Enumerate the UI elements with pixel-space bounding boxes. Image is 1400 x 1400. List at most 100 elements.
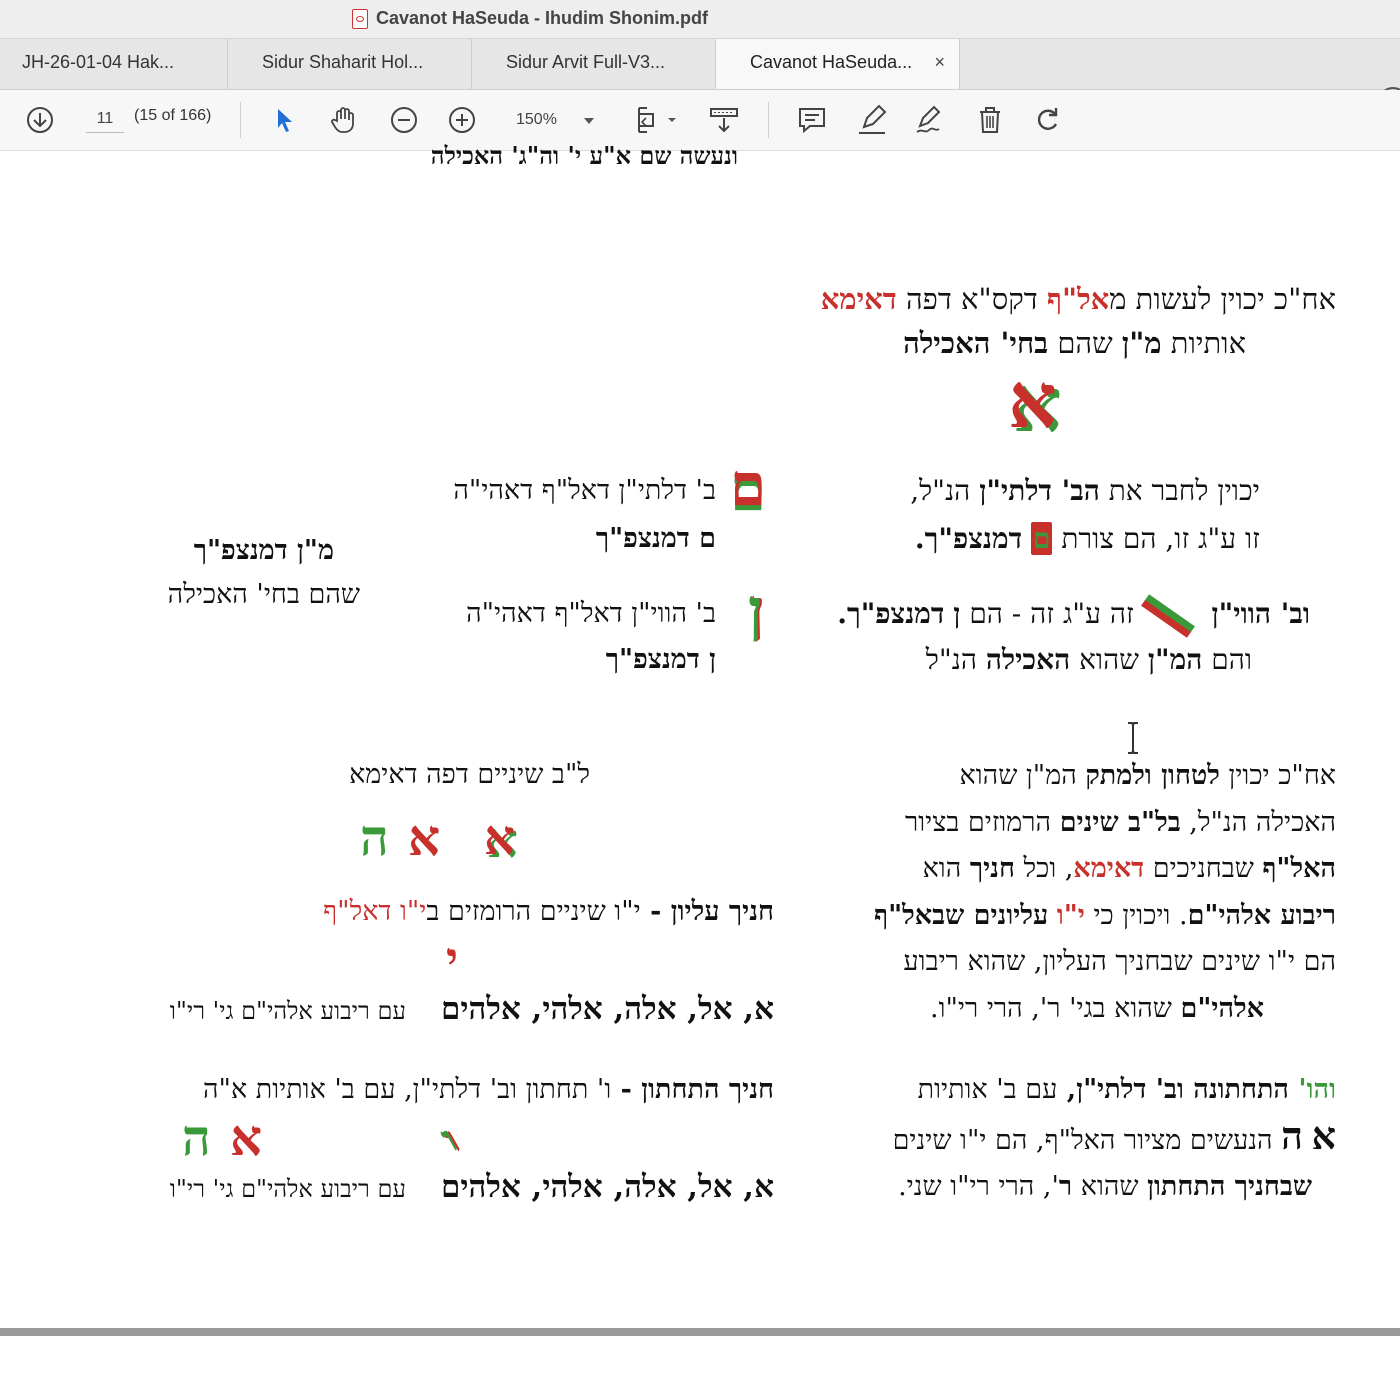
page-bottom-border [0, 1328, 1400, 1336]
mem-sofit-colored-glyph: ם [730, 451, 767, 519]
lower-jaw-line: חניך התחתון - ו' תחתון וב' דלתי"ן, עם ב'… [203, 1069, 774, 1111]
line: ב' דלתי"ן דאל"ף דאהי"ה [453, 475, 716, 506]
bold-text: שבחניך התחתון [1147, 1171, 1312, 1202]
ribua-note-upper: עם ריבוע אלהי"ם גי' רי"ו [169, 997, 406, 1025]
bold-text: דמנצפ"ך. [837, 597, 945, 630]
line: אלהי"ם שהוא בגי' ר', הרי רי"ו. [804, 986, 1336, 1033]
bold-text: חניך עליון - [640, 896, 774, 927]
window-title: Cavanot HaSeuda - Ihudim Shonim.pdf [376, 8, 709, 28]
line: האל"ף שבחניכים דאימא, וכל חניך הוא [804, 846, 1336, 893]
bold-text: ריבוע אלהי"ם [1187, 899, 1336, 931]
close-tab-icon[interactable]: × [934, 52, 945, 73]
ribua-note-lower: עם ריבוע אלהי"ם גי' רי"ו [169, 1175, 406, 1203]
text [944, 597, 953, 630]
toolbar-divider [768, 102, 769, 138]
intro-line-1: אח"כ יכוין לעשות מאל"ף דקס"א דפה דאימא [821, 277, 1336, 321]
bold-text: התחתונה וב' דלתי"ן, [1057, 1074, 1299, 1105]
tab-bar: JH-26-01-04 Hak... Sidur Shaharit Hol...… [0, 39, 1400, 117]
teeth-paragraph: אח"כ יכוין לטחון ולמתק המ"ן שהוא האכילה … [804, 753, 1336, 1032]
red-alef-glyph: א [230, 1108, 263, 1167]
tab-sidur-shaharit[interactable]: Sidur Shaharit Hol... [228, 39, 472, 89]
green-he-glyph: ה [182, 1108, 211, 1167]
zoom-in-icon[interactable] [444, 102, 480, 138]
text: הנ"ל, [910, 474, 980, 507]
bold-text: האכילה [985, 643, 1071, 676]
colored-vav-glyph: ו [432, 1115, 466, 1162]
bold-text: וב' הווי"ן [1201, 597, 1311, 630]
text: שהם [1048, 326, 1122, 360]
line: והם המ"ן שהוא האכילה הנ"ל [837, 637, 1310, 683]
top-cut-line: ונעשה שם א"ע י' וה"ג' האכילה [430, 141, 738, 170]
text [1048, 900, 1057, 931]
bold-text: לטחון ולמתק [1085, 760, 1220, 791]
elohim-letters-lower: א, אל, אלה, אלהי, אלהים [441, 1169, 774, 1205]
zoom-out-icon[interactable] [386, 102, 422, 138]
line: אח"כ יכוין לטחון ולמתק המ"ן שהוא [804, 753, 1336, 800]
red-alef-glyph: א [408, 808, 441, 867]
bold-text: חניך [969, 853, 1015, 884]
green-he-glyph: ה [360, 808, 389, 867]
red-text: דאימא [1073, 853, 1145, 884]
text: ו' תחתון וב' דלתי"ן, עם ב' אותיות א"ה [203, 1074, 612, 1105]
rotate-icon[interactable] [1030, 102, 1066, 138]
teeth-title: ל"ב שיניים דפה דאימא [349, 759, 590, 790]
zoom-value: 150% [516, 111, 557, 128]
line: ריבוע אלהי"ם. ויכוין כי י"ו עליונים שבאל… [804, 893, 1336, 940]
bold-text: מ"ן [1121, 326, 1162, 360]
text: , וכל [1014, 853, 1074, 884]
text: הנ"ל [925, 643, 986, 676]
download-icon[interactable] [22, 102, 58, 138]
text-cursor-icon [1126, 721, 1140, 755]
text: אח"כ יכוין לעשות מ [1109, 282, 1336, 316]
tab-jh-26-01-04[interactable]: JH-26-01-04 Hak... [0, 39, 228, 89]
select-arrow-icon[interactable] [266, 102, 302, 138]
text: האכילה הנ"ל, [1180, 806, 1336, 838]
bold-text: בל"ב שינים [1059, 806, 1181, 838]
text: זה ע"ג זה - הם [960, 597, 1134, 630]
tab-cavanot-haseuda[interactable]: Cavanot HaSeuda... × [716, 39, 960, 89]
line: והו' התחתונה וב' דלתי"ן, עם ב' אותיות [804, 1067, 1336, 1113]
chevron-down-icon [584, 118, 594, 124]
line: וב' הווי"ן זה ע"ג זה - הם ן דמנצפ"ך. [837, 591, 1311, 638]
page-fit-icon[interactable] [632, 102, 680, 138]
bold-text: בחי' האכילה [903, 326, 1049, 360]
line: האכילה הנ"ל, בל"ב שינים הרמוזים בציור [804, 800, 1336, 847]
bold-text: דמנצפ"ך. [914, 522, 1023, 555]
tab-label: Cavanot HaSeuda... [750, 52, 913, 72]
delete-icon[interactable] [972, 102, 1008, 138]
bold-text: הב' דלתי"ן [979, 474, 1100, 507]
text: והם [1202, 643, 1252, 676]
page-number-input[interactable]: 11 [86, 106, 124, 133]
red-text: אל"ף [1046, 282, 1110, 316]
text: הוא [922, 853, 970, 884]
text: יכוין לחבר את [1099, 474, 1260, 507]
toolbar-divider [240, 102, 241, 138]
lower-teeth-paragraph: והו' התחתונה וב' דלתי"ן, עם ב' אותיות א … [804, 1067, 1336, 1210]
bold-text: האל"ף [1262, 853, 1336, 884]
highlight-icon[interactable] [854, 102, 890, 138]
line: מ"ן דמנצפ"ך [193, 535, 334, 566]
red-yud-glyph: י [446, 932, 459, 986]
green-red-stroke-icon [1140, 593, 1195, 638]
right-block-vavs: וב' הווי"ן זה ע"ג זה - הם ן דמנצפ"ך. והם… [837, 591, 1310, 683]
page-count-label: (15 of 166) [134, 107, 212, 124]
red-text: דאימא [820, 282, 897, 316]
sign-icon[interactable] [912, 102, 948, 138]
right-block-dalets: יכוין לחבר את הב' דלתי"ן הנ"ל, זו ע"ג זו… [910, 467, 1260, 563]
text: זו ע"ג זו, הם צורת [1052, 522, 1260, 555]
alef-glyph: א [484, 810, 515, 866]
comment-icon[interactable] [794, 102, 830, 138]
window-title-group: Cavanot HaSeuda - Ihudim Shonim.pdf [352, 8, 708, 29]
text: אותיות [1161, 326, 1246, 360]
middle-block-dalets: ב' דלתי"ן דאל"ף דאהי"ה ם דמנצפ"ך [453, 467, 716, 563]
text: אח"כ יכוין [1219, 760, 1336, 791]
zoom-select[interactable]: 150% [506, 106, 600, 134]
middle-block-vavs: ב' הווי"ן דאל"ף דאהי"ה ן דמנצפ"ך [466, 591, 716, 683]
text: י"ו שיניים הרומזים ב [426, 896, 641, 927]
hand-icon[interactable] [326, 102, 362, 138]
document-page: ונעשה שם א"ע י' וה"ג' האכילה אח"כ יכוין … [0, 141, 1400, 1331]
tab-sidur-arvit[interactable]: Sidur Arvit Full-V3... [472, 39, 716, 89]
nun-sofit-colored-glyph: ן [748, 576, 763, 644]
text: שהוא [1072, 1171, 1148, 1202]
rotate-view-icon[interactable] [706, 102, 742, 138]
